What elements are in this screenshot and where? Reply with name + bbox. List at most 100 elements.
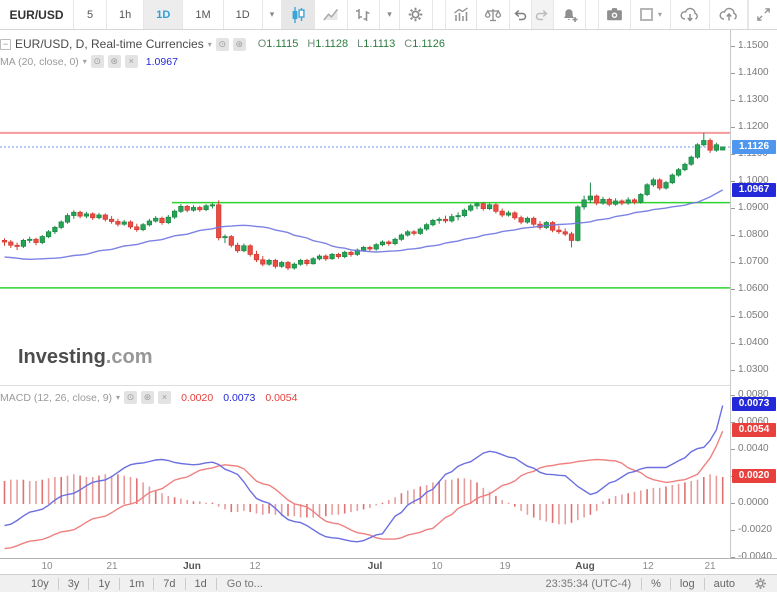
cloud-download-icon	[679, 6, 701, 24]
ma-close-icon[interactable]: ×	[125, 55, 138, 68]
time-axis[interactable]: 1021Jun12Jul1019Aug1221	[0, 558, 730, 574]
bell-plus-icon	[561, 6, 579, 24]
instrument-header: − EUR/USD, D, Real-time Currencies ▾ ⊙ ⊛…	[0, 37, 445, 51]
symbol-button[interactable]: EUR/USD	[0, 0, 74, 29]
undo-button[interactable]	[510, 0, 532, 29]
macd-tick-label: 0.0040	[738, 444, 769, 454]
eye-icon[interactable]: ⊙	[216, 38, 229, 51]
macd-caret-icon[interactable]: ▾	[116, 393, 120, 402]
time-axis-label: 10	[41, 561, 52, 572]
macd-tag: 0.0020	[732, 469, 776, 483]
ma-caret-icon[interactable]: ▾	[83, 57, 87, 66]
main-chart-pane[interactable]: − EUR/USD, D, Real-time Currencies ▾ ⊙ ⊛…	[0, 30, 730, 385]
range-button-10y[interactable]: 10y	[22, 578, 59, 590]
ma-gear-icon[interactable]: ⊛	[108, 55, 121, 68]
collapse-pane-icon[interactable]: −	[0, 39, 11, 50]
alert-bell-button[interactable]	[554, 0, 587, 29]
series-settings-gear-icon[interactable]: ⊛	[233, 38, 246, 51]
time-axis-label: 12	[642, 561, 653, 572]
cloud-upload-icon	[718, 6, 740, 24]
watermark-brand: Investing	[18, 346, 106, 368]
price-tick-label: 1.0400	[738, 338, 769, 348]
macd-eye-icon[interactable]: ⊙	[124, 391, 137, 404]
macd-pane[interactable]: MACD (12, 26, close, 9) ▾ ⊙ ⊛ × 0.0020 0…	[0, 385, 730, 558]
step-chart-button[interactable]	[348, 0, 381, 29]
range-button-3y[interactable]: 3y	[59, 578, 90, 590]
low-value: 1.1113	[363, 38, 395, 50]
open-value: 1.1115	[266, 38, 298, 50]
watermark: Investing.com	[18, 346, 152, 369]
interval-button-1d-2[interactable]: 1D	[144, 0, 183, 29]
scales-icon	[484, 6, 502, 24]
price-tick-mark	[731, 100, 735, 101]
range-buttons: 10y3y1y1m7d1d	[22, 578, 217, 590]
axis-corner	[730, 558, 777, 574]
macd-tick-mark	[731, 395, 735, 396]
clock[interactable]: 23:35:34 (UTC-4)	[536, 578, 643, 590]
range-button-7d[interactable]: 7d	[154, 578, 185, 590]
screenshot-camera-button[interactable]	[598, 0, 631, 29]
price-tick-label: 1.1300	[738, 95, 769, 105]
price-tick-label: 1.0300	[738, 365, 769, 375]
price-tick-label: 1.0700	[738, 257, 769, 267]
cloud-save-button[interactable]	[710, 0, 749, 29]
price-tick-mark	[731, 370, 735, 371]
macd-indicator-header: MACD (12, 26, close, 9) ▾ ⊙ ⊛ × 0.0020 0…	[0, 391, 297, 404]
price-tick-mark	[731, 154, 735, 155]
price-tick-mark	[731, 127, 735, 128]
settings-gear-button[interactable]	[400, 0, 433, 29]
fullscreen-button[interactable]	[748, 0, 777, 29]
range-button-1y[interactable]: 1y	[89, 578, 120, 590]
time-axis-label: 10	[431, 561, 442, 572]
range-button-1m[interactable]: 1m	[120, 578, 154, 590]
ma-label: MA (20, close, 0)	[0, 56, 79, 68]
layout-button[interactable]: ▾	[631, 0, 671, 29]
title-caret-icon[interactable]: ▾	[208, 40, 212, 49]
cloud-load-button[interactable]	[671, 0, 710, 29]
percent-scale-button[interactable]: %	[642, 578, 671, 590]
ohlc-readout: O1.1115 H1.1128 L1.1113 C1.1126	[258, 38, 445, 50]
macd-tick-mark	[731, 503, 735, 504]
fullscreen-icon	[756, 7, 771, 22]
redo-button[interactable]	[532, 0, 554, 29]
indicators-button[interactable]	[445, 0, 478, 29]
axis-settings-button[interactable]	[744, 577, 777, 590]
interval-button-1d-4[interactable]: 1D	[224, 0, 263, 29]
redo-icon	[534, 7, 550, 23]
chart-type-dropdown-button[interactable]: ▾	[380, 0, 400, 29]
macd-tick-label: -0.0020	[738, 525, 772, 535]
time-axis-label: Aug	[575, 561, 594, 572]
macd-chart	[0, 386, 730, 559]
compare-button[interactable]	[477, 0, 510, 29]
goto-button[interactable]: Go to...	[217, 578, 273, 590]
small-gear-icon	[754, 577, 767, 590]
log-scale-button[interactable]: log	[671, 578, 705, 590]
candlestick-chart	[0, 30, 730, 385]
auto-scale-button[interactable]: auto	[705, 578, 744, 590]
price-tick-mark	[731, 208, 735, 209]
layout-square-icon	[640, 8, 653, 21]
range-button-1d[interactable]: 1d	[186, 578, 217, 590]
price-tick-mark	[731, 46, 735, 47]
price-tick-mark	[731, 289, 735, 290]
macd-gear-icon[interactable]: ⊛	[141, 391, 154, 404]
interval-button-5-0[interactable]: 5	[74, 0, 107, 29]
bottom-toolbar: 10y3y1y1m7d1d Go to... 23:35:34 (UTC-4) …	[0, 574, 777, 592]
macd-line-value: 0.0073	[223, 392, 255, 404]
interval-button-1h-1[interactable]: 1h	[107, 0, 144, 29]
line-chart-button[interactable]	[315, 0, 348, 29]
macd-close-icon[interactable]: ×	[158, 391, 171, 404]
interval-button-1m-3[interactable]: 1M	[183, 0, 223, 29]
price-tick-label: 1.1500	[738, 41, 769, 51]
candlestick-icon	[289, 6, 307, 24]
bottom-right-group: 23:35:34 (UTC-4) % log auto	[536, 577, 777, 590]
interval-dropdown-button[interactable]: ▾	[263, 0, 283, 29]
macd-tick-mark	[731, 449, 735, 450]
time-axis-label: 19	[499, 561, 510, 572]
price-tick-label: 1.0600	[738, 284, 769, 294]
price-tick-mark	[731, 235, 735, 236]
layout-caret-icon: ▾	[658, 10, 662, 19]
candlestick-chart-button[interactable]	[282, 0, 315, 29]
price-axis[interactable]: 1.15001.14001.13001.12001.11001.10001.09…	[730, 30, 777, 558]
ma-eye-icon[interactable]: ⊙	[91, 55, 104, 68]
